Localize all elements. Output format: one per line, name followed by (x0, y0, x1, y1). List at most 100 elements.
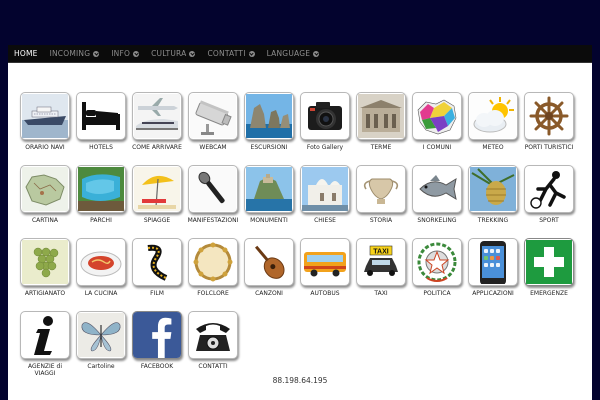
bed-icon[interactable] (76, 92, 126, 140)
tile-orario-navi[interactable]: ORARIO NAVI (17, 92, 73, 165)
tile-label[interactable]: TERME (353, 144, 409, 151)
italian-emblem-icon[interactable] (412, 238, 462, 286)
smartphone-icon[interactable] (468, 238, 518, 286)
tile-canzoni[interactable]: CANZONI (241, 238, 297, 311)
tile-spiagge[interactable]: SPIAGGE (129, 165, 185, 238)
facebook-icon[interactable] (132, 311, 182, 359)
tile-label[interactable]: Foto Gallery (297, 144, 353, 151)
tile-label[interactable]: TAXI (353, 290, 409, 297)
tile-politica[interactable]: POLITICA (409, 238, 465, 311)
church-icon[interactable] (300, 165, 350, 213)
tile-label[interactable]: PARCHI (73, 217, 129, 224)
tile-label[interactable]: MANIFESTAZIONI (185, 217, 241, 224)
grapes-icon[interactable] (20, 238, 70, 286)
tile-label[interactable]: CANZONI (241, 290, 297, 297)
ship-icon[interactable] (20, 92, 70, 140)
airplane-train-icon[interactable] (132, 92, 182, 140)
tile-label[interactable]: CARTINA (17, 217, 73, 224)
nav-item-language[interactable]: LANGUAGE (261, 45, 326, 62)
tile-porti-turistici[interactable]: PORTI TURISTICI (521, 92, 577, 165)
tile-label[interactable]: ESCURSIONI (241, 144, 297, 151)
telephone-icon[interactable] (188, 311, 238, 359)
island-map-icon[interactable] (412, 92, 462, 140)
tile-label[interactable]: POLITICA (409, 290, 465, 297)
mandolin-icon[interactable] (244, 238, 294, 286)
tile-label[interactable]: AGENZIE di VIAGGI (17, 363, 73, 377)
ancient-vase-icon[interactable] (356, 165, 406, 213)
tile-sport[interactable]: SPORT (521, 165, 577, 238)
nav-item-contatti[interactable]: CONTATTI (201, 45, 260, 62)
thermal-building-icon[interactable] (356, 92, 406, 140)
tile-label[interactable]: Cartoline (73, 363, 129, 370)
tile-label[interactable]: AUTOBUS (297, 290, 353, 297)
nav-item-home[interactable]: HOME (8, 45, 44, 62)
microphone-icon[interactable] (188, 165, 238, 213)
football-player-icon[interactable] (524, 165, 574, 213)
tile-foto-gallery[interactable]: Foto Gallery (297, 92, 353, 165)
camera-icon[interactable] (300, 92, 350, 140)
castle-island-icon[interactable] (244, 165, 294, 213)
taxi-icon[interactable]: TAXI (356, 238, 406, 286)
tile-label[interactable]: STORIA (353, 217, 409, 224)
tile-agenzie-di-viaggi[interactable]: AGENZIE di VIAGGI (17, 311, 73, 384)
tile-label[interactable]: HOTELS (73, 144, 129, 151)
tile-contatti[interactable]: CONTATTI (185, 311, 241, 384)
tile-manifestazioni[interactable]: MANIFESTAZIONI (185, 165, 241, 238)
tile-autobus[interactable]: AUTOBUS (297, 238, 353, 311)
info-i-icon[interactable] (20, 311, 70, 359)
tile-hotels[interactable]: HOTELS (73, 92, 129, 165)
ship-wheel-icon[interactable] (524, 92, 574, 140)
tile-trekking[interactable]: TREKKING (465, 165, 521, 238)
faraglioni-rocks-icon[interactable] (244, 92, 294, 140)
tile-chiese[interactable]: CHIESE (297, 165, 353, 238)
tile-label[interactable]: SNORKELING (409, 217, 465, 224)
tile-label[interactable]: ARTIGIANATO (17, 290, 73, 297)
fish-icon[interactable] (412, 165, 462, 213)
tile-label[interactable]: WEBCAM (185, 144, 241, 151)
nav-item-info[interactable]: INFO (105, 45, 145, 62)
park-pool-icon[interactable] (76, 165, 126, 213)
tile-label[interactable]: EMERGENZE (521, 290, 577, 297)
tile-label[interactable]: FOLCLORE (185, 290, 241, 297)
first-aid-cross-icon[interactable] (524, 238, 574, 286)
webcam-icon[interactable] (188, 92, 238, 140)
beach-umbrella-icon[interactable] (132, 165, 182, 213)
tile-label[interactable]: CHIESE (297, 217, 353, 224)
bus-icon[interactable] (300, 238, 350, 286)
nav-item-cultura[interactable]: CULTURA (145, 45, 201, 62)
island-map-photo-icon[interactable] (20, 165, 70, 213)
tile-storia[interactable]: STORIA (353, 165, 409, 238)
tile-label[interactable]: ORARIO NAVI (17, 144, 73, 151)
tile-parchi[interactable]: PARCHI (73, 165, 129, 238)
tile-label[interactable]: PORTI TURISTICI (521, 144, 577, 151)
tile-label[interactable]: I COMUNI (409, 144, 465, 151)
tambourine-icon[interactable] (188, 238, 238, 286)
tile-label[interactable]: TREKKING (465, 217, 521, 224)
butterfly-postcard-icon[interactable] (76, 311, 126, 359)
tile-i-comuni[interactable]: I COMUNI (409, 92, 465, 165)
tile-webcam[interactable]: WEBCAM (185, 92, 241, 165)
tile-film[interactable]: FILM (129, 238, 185, 311)
pine-cone-icon[interactable] (468, 165, 518, 213)
tile-label[interactable]: METEO (465, 144, 521, 151)
tile-escursioni[interactable]: ESCURSIONI (241, 92, 297, 165)
tile-label[interactable]: SPIAGGE (129, 217, 185, 224)
tile-label[interactable]: LA CUCINA (73, 290, 129, 297)
tile-monumenti[interactable]: MONUMENTI (241, 165, 297, 238)
tile-snorkeling[interactable]: SNORKELING (409, 165, 465, 238)
tile-terme[interactable]: TERME (353, 92, 409, 165)
film-reel-icon[interactable] (132, 238, 182, 286)
tile-meteo[interactable]: METEO (465, 92, 521, 165)
tile-folclore[interactable]: FOLCLORE (185, 238, 241, 311)
tile-la-cucina[interactable]: LA CUCINA (73, 238, 129, 311)
tile-label[interactable]: COME ARRIVARE (129, 144, 185, 151)
pasta-plate-icon[interactable] (76, 238, 126, 286)
tile-label[interactable]: FACEBOOK (129, 363, 185, 370)
tile-label[interactable]: MONUMENTI (241, 217, 297, 224)
tile-taxi[interactable]: TAXI TAXI (353, 238, 409, 311)
tile-emergenze[interactable]: EMERGENZE (521, 238, 577, 311)
tile-cartoline[interactable]: Cartoline (73, 311, 129, 384)
tile-facebook[interactable]: FACEBOOK (129, 311, 185, 384)
sun-cloud-icon[interactable] (468, 92, 518, 140)
tile-label[interactable]: SPORT (521, 217, 577, 224)
